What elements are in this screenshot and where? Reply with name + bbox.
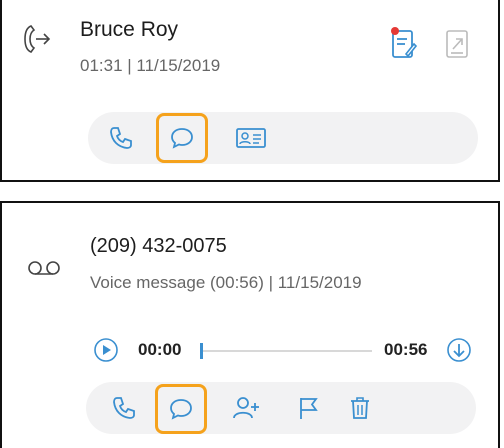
- contact-name: Bruce Roy: [80, 18, 179, 41]
- call-meta: 01:31 | 11/15/2019: [80, 56, 221, 75]
- export-icon[interactable]: [444, 28, 470, 60]
- play-icon: [94, 338, 118, 362]
- call-note-icon[interactable]: [390, 26, 418, 60]
- chat-icon: [170, 399, 192, 420]
- progress-track[interactable]: [202, 350, 372, 352]
- add-contact-icon[interactable]: [226, 388, 266, 428]
- voicemail-number: (209) 432-0075: [90, 235, 227, 257]
- download-icon: [447, 338, 471, 362]
- phone-icon[interactable]: [104, 388, 144, 428]
- voicemail-action-bar: [86, 382, 476, 434]
- download-button[interactable]: [446, 337, 472, 363]
- chat-button-focused[interactable]: [156, 113, 208, 163]
- phone-icon[interactable]: [101, 118, 141, 158]
- flag-icon[interactable]: [288, 388, 328, 428]
- current-time: 00:00: [138, 340, 182, 359]
- chat-button-focused[interactable]: [155, 384, 207, 434]
- play-button[interactable]: [93, 337, 119, 363]
- contact-card-icon[interactable]: [231, 118, 271, 158]
- call-action-bar: [88, 112, 478, 164]
- voicemail-icon: [27, 259, 61, 277]
- voicemail-meta: Voice message (00:56) | 11/15/2019: [90, 273, 362, 292]
- outgoing-call-icon: [22, 22, 52, 56]
- progress-handle[interactable]: [200, 343, 203, 359]
- delete-icon[interactable]: [340, 388, 380, 428]
- chat-icon: [171, 128, 193, 149]
- call-history-card: Bruce Roy 01:31 | 11/15/2019: [0, 0, 500, 182]
- duration: 00:56: [384, 340, 428, 359]
